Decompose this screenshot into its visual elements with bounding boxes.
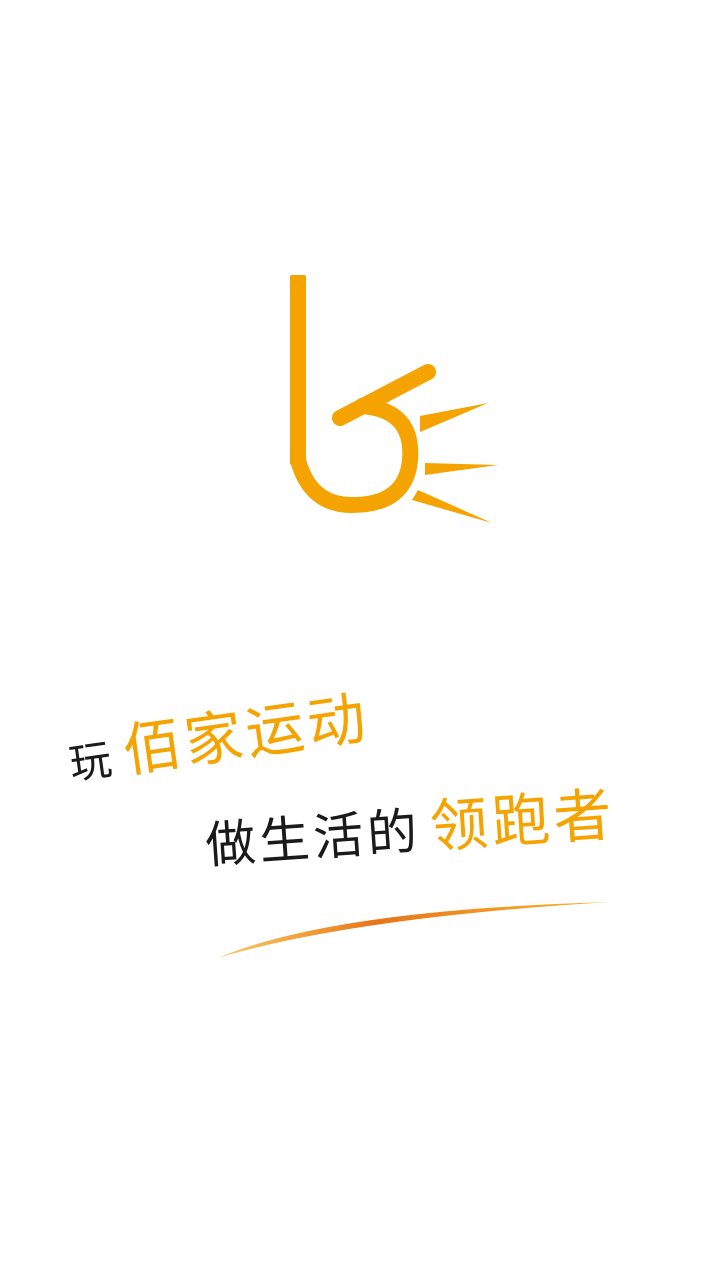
slogan-line-1-highlight: 佰家运动 <box>118 683 374 786</box>
slogan-line-2-highlight: 领跑者 <box>427 780 618 862</box>
slogan-line-1-prefix: 玩 <box>66 734 119 790</box>
baijia-b-logo-icon <box>290 275 498 523</box>
slogan-line-1: 玩 佰家运动 <box>62 671 374 796</box>
slogan-line-2-prefix: 做生活的 <box>203 802 424 876</box>
swoosh-underline-decoration <box>218 902 610 958</box>
slogan-line-2: 做生活的 领跑者 <box>202 768 618 880</box>
